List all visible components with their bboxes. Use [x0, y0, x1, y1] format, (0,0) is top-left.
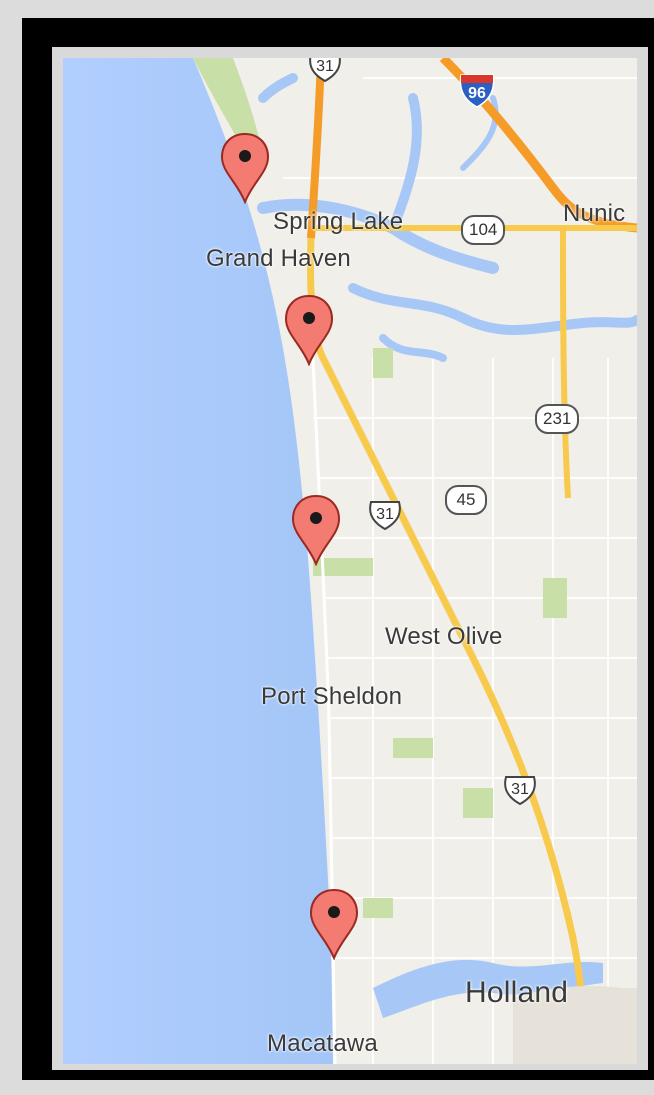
- i96-shield: 96: [458, 73, 496, 109]
- place-spring-lake: Spring Lake: [273, 208, 404, 235]
- us31-top-label: 31: [316, 58, 334, 75]
- m231-road: [560, 227, 571, 499]
- place-port-sheldon: Port Sheldon: [261, 683, 403, 710]
- m231-shield: 231: [535, 404, 580, 434]
- place-grand-haven: Grand Haven: [206, 245, 351, 272]
- us31-shield-top: 31: [308, 58, 342, 84]
- place-macatawa: Macatawa: [267, 1030, 378, 1057]
- m104-label: 104: [469, 220, 498, 239]
- map-pin-icon[interactable]: [308, 888, 360, 960]
- place-west-olive: West Olive: [385, 623, 503, 650]
- us31-shield-low: 31: [503, 773, 537, 807]
- m104-shield: 104: [461, 215, 506, 245]
- m45-shield: 45: [445, 485, 487, 515]
- map-view[interactable]: 31 96 104 231 45 31 31 Spring Lake Grand…: [63, 58, 637, 1064]
- map-pin-icon[interactable]: [290, 494, 342, 566]
- i96-label: 96: [468, 85, 486, 102]
- us31-mid-label: 31: [376, 506, 394, 523]
- m231-label: 231: [543, 409, 572, 428]
- place-nunica: Nunic: [563, 200, 626, 227]
- us31-low-label: 31: [511, 781, 529, 798]
- map-pin-icon[interactable]: [219, 132, 271, 204]
- place-holland: Holland: [465, 976, 569, 1009]
- us31-shield-mid: 31: [368, 498, 402, 532]
- m45-label: 45: [456, 490, 476, 509]
- map-pin-icon[interactable]: [283, 294, 335, 366]
